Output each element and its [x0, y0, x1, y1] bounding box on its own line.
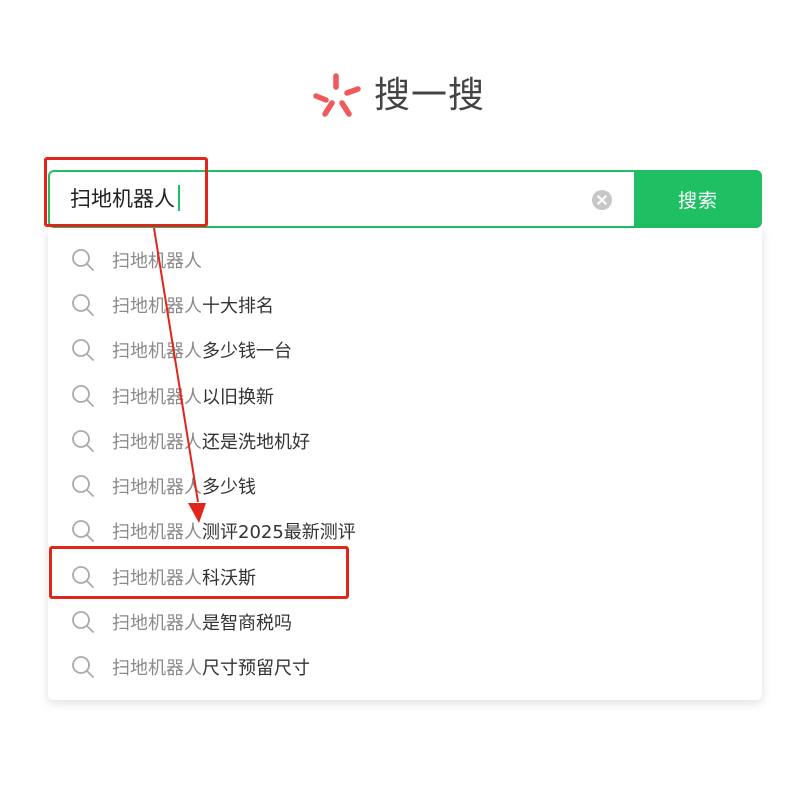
clear-icon[interactable] — [592, 190, 612, 210]
search-page: 搜一搜 扫地机器人 搜索 扫地机器人 扫地机器人 十大排名 扫地机器人 多少钱一台 扫地机… — [0, 0, 800, 800]
suggestion-suffix: 多少钱一台 — [202, 341, 292, 363]
suggestion-suffix: 以旧换新 — [202, 386, 274, 408]
search-icon — [72, 520, 94, 543]
search-icon — [72, 294, 94, 316]
suggestion-prefix: 扫地机器人 — [112, 658, 202, 680]
suggestion-item[interactable]: 扫地机器人 尺寸预留尺寸 — [48, 645, 762, 690]
suggestion-item[interactable]: 扫地机器人 还是洗地机好 — [48, 418, 762, 463]
suggestion-prefix: 扫地机器人 — [112, 295, 202, 317]
suggestion-prefix: 扫地机器人 — [112, 477, 202, 499]
suggestion-suffix: 多少钱 — [202, 477, 256, 499]
suggestion-dropdown: 扫地机器人 扫地机器人 十大排名 扫地机器人 多少钱一台 扫地机器人 以旧换新 扫地机器人 还是… — [48, 228, 762, 700]
suggestion-prefix: 扫地机器人 — [112, 250, 202, 272]
logo: 搜一搜 — [308, 70, 485, 122]
suggestion-suffix: 尺寸预留尺寸 — [202, 658, 310, 680]
search-icon — [72, 611, 94, 633]
suggestion-item[interactable]: 扫地机器人 多少钱一台 — [48, 328, 762, 373]
logo-text: 搜一搜 — [374, 75, 486, 116]
search-icon — [72, 384, 94, 407]
search-icon — [72, 656, 94, 679]
search-icon — [72, 339, 94, 362]
suggestion-prefix: 扫地机器人 — [112, 341, 202, 363]
suggestion-suffix: 还是洗地机好 — [202, 431, 310, 453]
annotation-query-highlight — [44, 157, 208, 227]
search-button[interactable]: 搜索 — [634, 170, 762, 228]
suggestion-item[interactable]: 扫地机器人 — [48, 237, 762, 282]
suggestion-prefix: 扫地机器人 — [112, 613, 202, 635]
suggestion-item[interactable]: 扫地机器人 十大排名 — [48, 282, 762, 327]
suggestion-suffix: 十大排名 — [202, 295, 274, 317]
suggestion-prefix: 扫地机器人 — [112, 522, 202, 544]
suggestion-suffix: 是智商税吗 — [202, 613, 292, 635]
annotation-suggestion-highlight — [49, 546, 349, 599]
suggestion-prefix: 扫地机器人 — [112, 386, 202, 408]
suggestion-item[interactable]: 扫地机器人 是智商税吗 — [48, 599, 762, 644]
suggestion-item[interactable]: 扫地机器人 以旧换新 — [48, 373, 762, 418]
search-icon — [72, 429, 94, 452]
search-icon — [72, 475, 94, 498]
sparkle-logo-icon — [313, 73, 361, 117]
suggestion-item[interactable]: 扫地机器人 多少钱 — [48, 463, 762, 508]
suggestion-prefix: 扫地机器人 — [112, 431, 202, 453]
search-icon — [72, 248, 94, 271]
suggestion-suffix: 测评2025最新测评 — [202, 522, 356, 544]
